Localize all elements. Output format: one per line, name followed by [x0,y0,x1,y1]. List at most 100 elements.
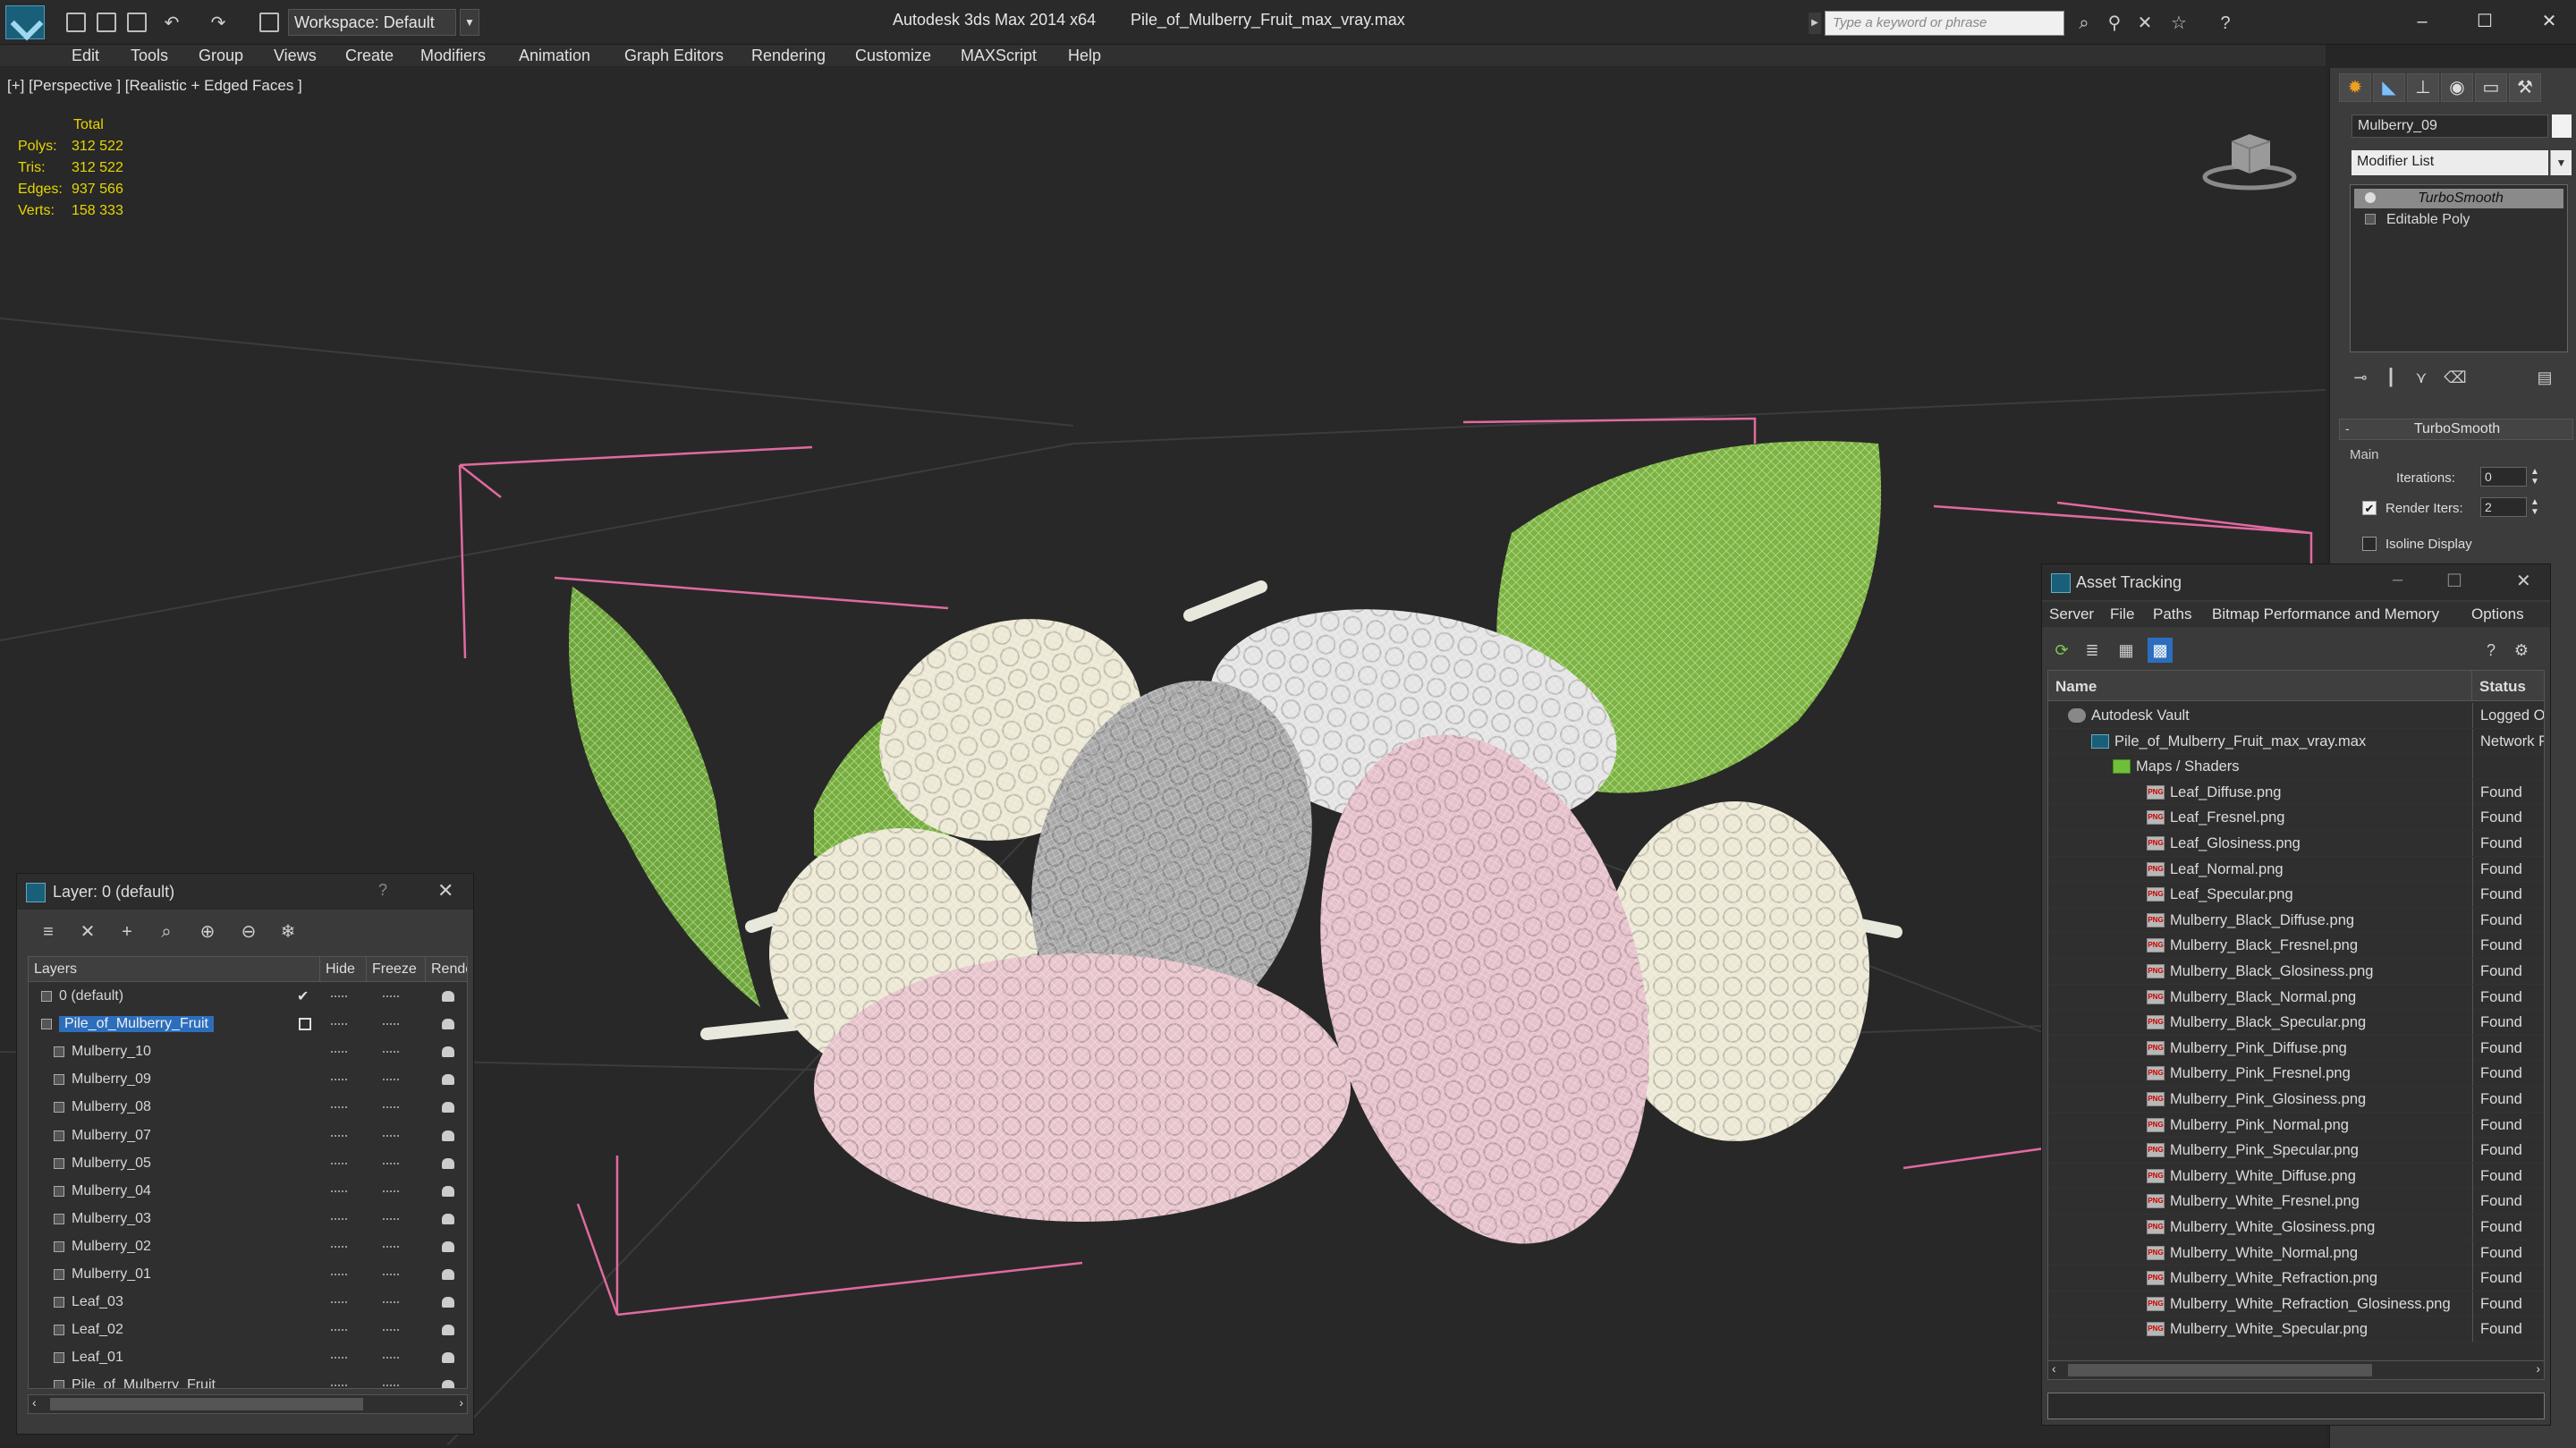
layer-row[interactable]: Mulberry_05 [29,1151,467,1177]
close-icon[interactable]: ✕ [2526,4,2572,39]
asset-row[interactable]: PNG Mulberry_Black_Normal.png Found [2048,984,2544,1011]
render-teapot-icon[interactable] [442,1352,454,1364]
turbosmooth-rollout[interactable]: - TurboSmooth [2339,419,2573,440]
configure-modifier-sets-icon[interactable]: ▤ [2532,365,2557,390]
motion-tab-icon[interactable]: ◉ [2441,73,2473,102]
render-teapot-icon[interactable] [442,1130,454,1141]
undo-icon[interactable]: ↶ [161,13,182,34]
freeze-toggle[interactable] [383,1023,399,1026]
asset-row[interactable]: PNG Mulberry_White_Normal.png Found [2048,1240,2544,1266]
menu-help[interactable]: Help [1068,47,1101,65]
asset-row[interactable]: PNG Leaf_Diffuse.png Found [2048,779,2544,806]
layer-row[interactable]: Mulberry_02 [29,1234,467,1260]
render-teapot-icon[interactable] [442,1157,454,1169]
asset-window-titlebar[interactable]: Asset Tracking – ☐ ✕ [2042,564,2550,600]
scrollbar-thumb[interactable] [2068,1364,2372,1376]
hide-toggle[interactable] [331,1274,347,1275]
render-teapot-icon[interactable] [442,1185,454,1197]
binoculars-icon[interactable]: ⌕ [2073,13,2095,34]
hide-toggle[interactable] [331,1190,347,1192]
thumbnail-view-icon[interactable]: ▦ [2114,638,2139,663]
render-teapot-icon[interactable] [442,1325,454,1336]
freeze-toggle[interactable] [383,1384,399,1387]
freeze-toggle[interactable] [383,1134,399,1137]
column-name[interactable]: Name [2048,671,2472,701]
spinner-arrows-icon[interactable]: ▲ ▼ [2530,497,2539,517]
object-color-swatch[interactable] [2552,114,2572,138]
object-name-field[interactable]: Mulberry_09 [2351,114,2548,138]
menu-create[interactable]: Create [345,47,394,65]
communication-icon[interactable]: ✕ [2134,13,2156,34]
hide-toggle[interactable] [331,1357,347,1359]
favorites-star-icon[interactable]: ☆ [2168,13,2190,34]
column-layers[interactable]: Layers [29,957,320,982]
hide-toggle[interactable] [331,1162,347,1164]
current-layer-check-icon[interactable]: ✔ [297,987,309,1005]
freeze-toggle[interactable] [383,1329,399,1332]
display-tab-icon[interactable]: ▭ [2475,73,2507,102]
modifier-list-dropdown[interactable]: Modifier List [2351,150,2548,175]
column-status[interactable]: Status [2472,671,2544,701]
viewport-label[interactable]: [+] [Perspective ] [Realistic + Edged Fa… [7,77,302,95]
asset-row[interactable]: PNG Mulberry_White_Refraction.png Found [2048,1266,2544,1291]
render-iters-checkbox[interactable]: ✔ [2362,501,2377,515]
redo-icon[interactable]: ↷ [208,13,229,34]
minimize-icon[interactable]: – [2399,4,2445,39]
asset-row[interactable]: PNG Mulberry_Black_Glosiness.png Found [2048,959,2544,985]
settings-icon[interactable]: ⚙ [2509,638,2534,663]
help-icon[interactable]: ? [2479,638,2504,663]
create-tab-icon[interactable]: ✹ [2339,73,2371,102]
hide-toggle[interactable] [331,1134,347,1137]
asset-menu-file[interactable]: File [2110,605,2134,623]
remove-modifier-icon[interactable]: ⌫ [2443,365,2468,390]
hide-toggle[interactable] [331,1023,347,1026]
hide-toggle[interactable] [331,1079,347,1081]
asset-row[interactable]: PNG Leaf_Specular.png Found [2048,882,2544,908]
horizontal-scrollbar[interactable]: ‹ › [28,1394,468,1414]
asset-row[interactable]: PNG Mulberry_Pink_Diffuse.png Found [2048,1035,2544,1062]
menu-tools[interactable]: Tools [131,47,168,65]
menu-customize[interactable]: Customize [855,47,931,65]
chevron-down-icon[interactable]: ▼ [2550,150,2572,175]
menu-animation[interactable]: Animation [519,47,590,65]
layer-row[interactable]: Mulberry_10 [29,1039,467,1065]
hide-toggle[interactable] [331,1329,347,1332]
layer-row[interactable]: Mulberry_03 [29,1207,467,1232]
layer-row[interactable]: Mulberry_08 [29,1095,467,1121]
list-view-icon[interactable]: ≣ [2080,638,2105,663]
layer-row[interactable]: Leaf_03 [29,1290,467,1316]
new-layer-icon[interactable]: ≡ [35,919,62,945]
asset-row[interactable]: Autodesk Vault Logged O [2048,703,2544,729]
render-teapot-icon[interactable] [442,1380,454,1388]
save-file-icon[interactable] [127,13,147,32]
asset-row[interactable]: PNG Mulberry_White_Glosiness.png Found [2048,1215,2544,1241]
freeze-all-layers-icon[interactable]: ❄ [275,919,301,945]
render-teapot-icon[interactable] [442,1074,454,1086]
menu-group[interactable]: Group [199,47,243,65]
isoline-display-checkbox[interactable] [2362,537,2377,551]
asset-row[interactable]: Maps / Shaders [2048,754,2544,780]
column-render[interactable]: Rende [426,957,467,982]
freeze-toggle[interactable] [383,1217,399,1220]
hide-toggle[interactable] [331,1106,347,1109]
freeze-toggle[interactable] [383,1162,399,1164]
render-teapot-icon[interactable] [442,1297,454,1308]
new-file-icon[interactable] [66,13,86,32]
asset-row[interactable]: PNG Leaf_Fresnel.png Found [2048,805,2544,831]
menu-maxscript[interactable]: MAXScript [961,47,1037,65]
close-icon[interactable]: ✕ [437,879,453,902]
table-view-icon[interactable]: ▩ [2148,638,2173,663]
stack-item-editable-poly[interactable]: Editable Poly [2354,210,2563,230]
asset-menu-paths[interactable]: Paths [2153,605,2191,623]
asset-row[interactable]: PNG Mulberry_White_Diffuse.png Found [2048,1163,2544,1190]
minimize-icon[interactable]: – [2393,570,2402,590]
viewcube-icon[interactable] [2200,122,2299,193]
project-folder-icon[interactable] [259,13,279,32]
scroll-left-icon[interactable]: ‹ [32,1395,37,1410]
asset-row[interactable]: PNG Mulberry_Pink_Normal.png Found [2048,1112,2544,1139]
hide-toggle[interactable] [331,1245,347,1248]
layer-row[interactable]: Mulberry_07 [29,1123,467,1149]
iterations-spinner[interactable]: 0 [2480,467,2527,487]
menu-modifiers[interactable]: Modifiers [420,47,486,65]
hide-toggle[interactable] [331,1384,347,1387]
